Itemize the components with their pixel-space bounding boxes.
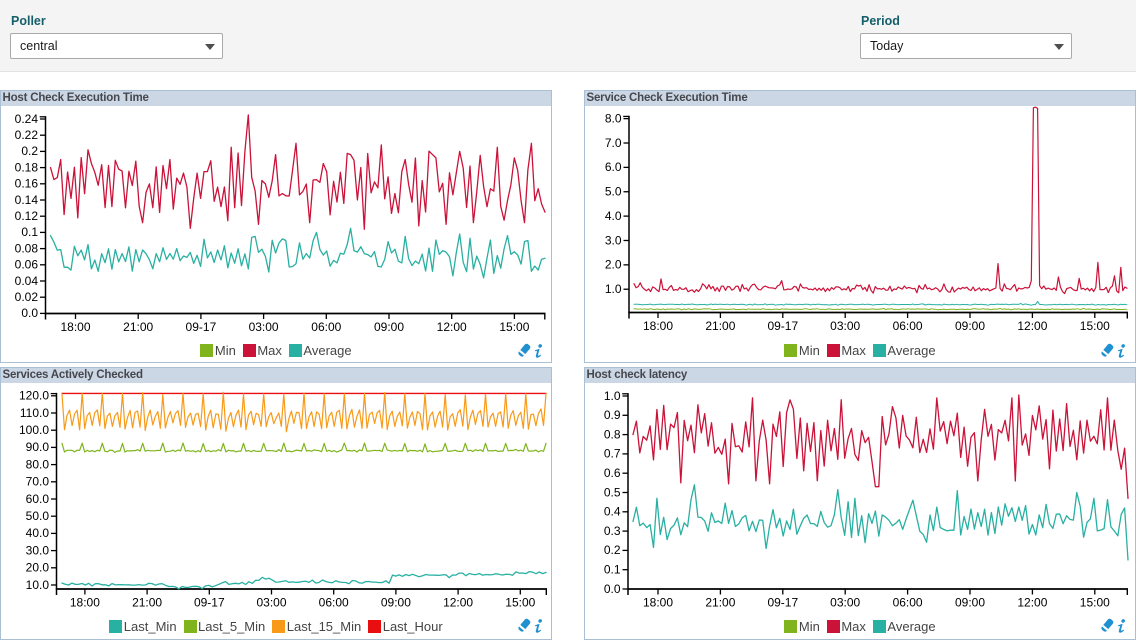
svg-text:09-17: 09-17 [767,319,798,333]
svg-text:21:00: 21:00 [705,319,735,333]
svg-text:06:00: 06:00 [893,319,923,333]
svg-text:06:00: 06:00 [319,596,349,610]
svg-text:1.0: 1.0 [604,389,621,403]
svg-text:5.0: 5.0 [605,185,622,199]
svg-text:09-17: 09-17 [767,596,798,610]
svg-text:80.0: 80.0 [26,457,50,471]
svg-text:20.0: 20.0 [26,561,50,575]
svg-text:4.0: 4.0 [605,209,622,223]
svg-text:12:00: 12:00 [1017,319,1047,333]
svg-text:10.0: 10.0 [26,578,50,592]
svg-text:09-17: 09-17 [194,596,225,610]
svg-text:90.0: 90.0 [26,440,50,454]
svg-text:09-17: 09-17 [186,320,217,334]
svg-text:0.0: 0.0 [604,582,621,596]
svg-text:15:00: 15:00 [1080,319,1110,333]
svg-text:0.7: 0.7 [604,447,621,461]
svg-text:0.8: 0.8 [604,427,621,441]
svg-text:15:00: 15:00 [1080,596,1110,610]
svg-text:0.22: 0.22 [15,128,39,142]
svg-text:0.24: 0.24 [15,112,39,126]
svg-text:0.06: 0.06 [15,258,39,272]
svg-text:0.02: 0.02 [15,290,39,304]
svg-text:0.1: 0.1 [604,563,621,577]
svg-text:70.0: 70.0 [26,475,50,489]
svg-text:0.1: 0.1 [21,225,38,239]
svg-text:6.0: 6.0 [605,160,622,174]
svg-text:18:00: 18:00 [70,596,100,610]
svg-text:0.5: 0.5 [604,485,621,499]
svg-text:03:00: 03:00 [256,596,286,610]
svg-text:0.04: 0.04 [15,274,39,288]
svg-text:0.3: 0.3 [604,524,621,538]
svg-text:06:00: 06:00 [893,596,923,610]
svg-text:21:00: 21:00 [705,596,735,610]
svg-text:0.08: 0.08 [15,241,39,255]
svg-text:120.0: 120.0 [19,389,49,403]
svg-text:0.4: 0.4 [604,505,621,519]
svg-text:03:00: 03:00 [830,319,860,333]
svg-text:110.0: 110.0 [20,406,49,420]
svg-text:0.2: 0.2 [21,144,38,158]
svg-text:12:00: 12:00 [437,320,467,334]
svg-text:8.0: 8.0 [605,111,622,125]
svg-text:12:00: 12:00 [443,596,473,610]
svg-text:12:00: 12:00 [1017,596,1047,610]
svg-text:50.0: 50.0 [26,509,50,523]
svg-text:03:00: 03:00 [249,320,279,334]
svg-text:09:00: 09:00 [955,596,985,610]
svg-text:03:00: 03:00 [830,596,860,610]
svg-text:06:00: 06:00 [311,320,341,334]
svg-text:21:00: 21:00 [123,320,153,334]
svg-text:21:00: 21:00 [132,596,162,610]
svg-text:0.16: 0.16 [15,177,39,191]
svg-text:0.0: 0.0 [21,306,38,320]
svg-text:3.0: 3.0 [605,233,622,247]
svg-text:7.0: 7.0 [605,136,622,150]
svg-text:1.0: 1.0 [605,282,622,296]
svg-text:30.0: 30.0 [26,543,50,557]
svg-text:0.2: 0.2 [604,543,621,557]
svg-text:18:00: 18:00 [643,596,673,610]
svg-text:0.9: 0.9 [604,408,621,422]
svg-text:15:00: 15:00 [499,320,529,334]
svg-text:15:00: 15:00 [505,596,535,610]
svg-text:0.18: 0.18 [15,160,39,174]
svg-text:2.0: 2.0 [605,258,622,272]
svg-text:09:00: 09:00 [381,596,411,610]
svg-text:18:00: 18:00 [60,320,90,334]
svg-text:0.12: 0.12 [15,209,39,223]
svg-text:18:00: 18:00 [643,319,673,333]
svg-text:40.0: 40.0 [26,526,50,540]
svg-text:0.6: 0.6 [604,466,621,480]
svg-text:100.0: 100.0 [19,423,49,437]
svg-text:0.14: 0.14 [15,193,39,207]
svg-text:09:00: 09:00 [955,319,985,333]
svg-text:60.0: 60.0 [26,492,50,506]
svg-text:09:00: 09:00 [374,320,404,334]
